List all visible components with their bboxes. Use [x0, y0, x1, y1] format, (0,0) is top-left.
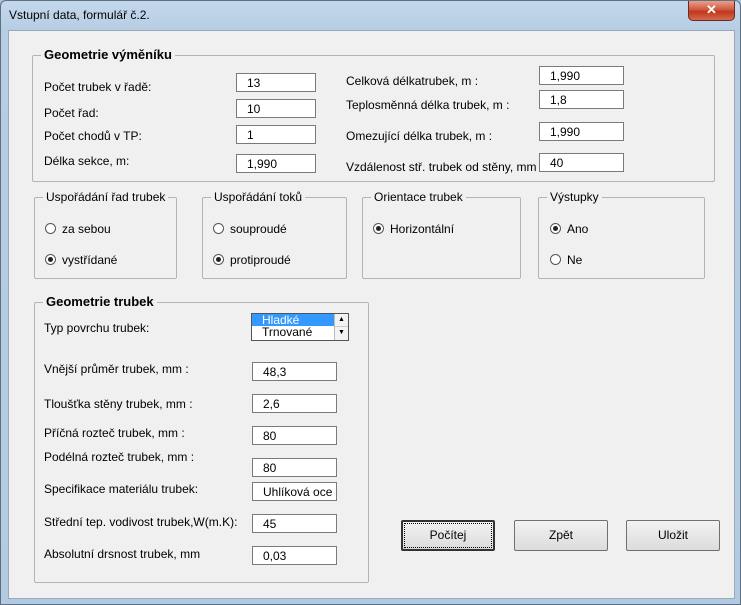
radio-za-sebou[interactable]: za sebou — [45, 222, 111, 236]
close-icon: ✕ — [706, 2, 717, 17]
listbox-scrollbar[interactable]: ▲ ▼ — [334, 314, 348, 340]
input-tloustka-steny[interactable]: 2,6 — [252, 394, 337, 413]
radio-protiproude[interactable]: protiproudé — [213, 253, 291, 267]
input-celkova-delka[interactable]: 1,990 — [539, 66, 624, 85]
label-pocet-chodu: Počet chodů v TP: — [44, 129, 142, 143]
label-specifikace-materialu: Specifikace materiálu trubek: — [44, 482, 199, 496]
group-geometrie-vymeniku-legend: Geometrie výměníku — [41, 47, 175, 62]
label-celkova-delka: Celková délkatrubek, m : — [346, 74, 479, 88]
ulozit-button[interactable]: Uložit — [626, 520, 720, 551]
label-pocet-trubek: Počet trubek v řadě: — [44, 80, 152, 94]
input-vnejsi-prumer[interactable]: 48,3 — [252, 362, 337, 381]
label-pricna-roztec: Příčná rozteč trubek, mm : — [44, 426, 185, 440]
radio-horizontalni[interactable]: Horizontální — [373, 222, 454, 236]
radio-ne[interactable]: Ne — [550, 253, 582, 267]
radio-ano[interactable]: Ano — [550, 222, 588, 236]
label-vzdalenost-steny: Vzdálenost stř. trubek od stěny, mm : — [346, 160, 544, 174]
input-pocet-chodu[interactable]: 1 — [236, 125, 316, 144]
radio-vystridane[interactable]: vystřídané — [45, 253, 117, 267]
label-tloustka-steny: Tloušťka stěny trubek, mm : — [44, 397, 193, 411]
label-absolutni-drsnost: Absolutní drsnost trubek, mm — [44, 547, 201, 561]
input-teplosmenna-delka[interactable]: 1,8 — [539, 90, 624, 109]
group-orientace-trubek-legend: Orientace trubek — [371, 190, 466, 204]
group-usporadani-rad: Uspořádání řad trubek za sebou vystřídan… — [34, 190, 177, 279]
radio-souproude-indicator — [213, 223, 224, 234]
radio-za-sebou-indicator — [45, 223, 56, 234]
radio-protiproude-indicator — [213, 254, 224, 265]
radio-za-sebou-label: za sebou — [62, 222, 111, 236]
group-vystupky: Výstupky Ano Ne — [538, 190, 705, 279]
input-specifikace-materialu[interactable]: Uhlíková oce — [252, 482, 337, 501]
radio-ano-indicator — [550, 223, 561, 234]
label-vnejsi-prumer: Vnější průměr trubek, mm : — [44, 362, 189, 376]
input-stredni-vodivost[interactable]: 45 — [252, 514, 337, 533]
scroll-up-icon[interactable]: ▲ — [335, 314, 348, 327]
radio-ne-indicator — [550, 254, 561, 265]
input-pocet-trubek[interactable]: 13 — [236, 73, 316, 92]
pocitej-button[interactable]: Počítej — [401, 520, 495, 551]
label-typ-povrchu: Typ povrchu trubek: — [44, 321, 150, 335]
radio-protiproude-label: protiproudé — [230, 253, 291, 267]
input-absolutni-drsnost[interactable]: 0,03 — [252, 546, 337, 565]
label-podelna-roztec: Podélná rozteč trubek, mm : — [44, 450, 195, 464]
label-pocet-rad: Počet řad: — [44, 106, 99, 120]
group-usporadani-rad-legend: Uspořádání řad trubek — [43, 190, 169, 204]
listbox-typ-povrchu[interactable]: Hladké Trnované ▲ ▼ — [251, 313, 349, 341]
input-omezujici-delka[interactable]: 1,990 — [539, 122, 624, 141]
radio-ano-label: Ano — [567, 222, 589, 236]
input-pricna-roztec[interactable]: 80 — [252, 426, 337, 445]
radio-souproude[interactable]: souproudé — [213, 222, 287, 236]
group-vystupky-legend: Výstupky — [547, 190, 602, 204]
radio-vystridane-label: vystřídané — [62, 253, 118, 267]
label-omezujici-delka: Omezující délka trubek, m : — [346, 129, 493, 143]
close-button[interactable]: ✕ — [688, 1, 735, 21]
radio-souproude-label: souproudé — [230, 222, 287, 236]
group-usporadani-toku-legend: Uspořádání toků — [211, 190, 306, 204]
window-title: Vstupní data, formulář č.2. — [9, 8, 150, 22]
group-orientace-trubek: Orientace trubek Horizontální — [362, 190, 521, 279]
group-geometrie-trubek-legend: Geometrie trubek — [43, 294, 157, 309]
input-vzdalenost-steny[interactable]: 40 — [539, 153, 624, 172]
input-pocet-rad[interactable]: 10 — [236, 99, 316, 118]
form-client-area: Geometrie výměníku Počet trubek v řadě: … — [8, 30, 735, 599]
radio-horizontalni-label: Horizontální — [390, 222, 455, 236]
input-delka-sekce[interactable]: 1,990 — [236, 154, 316, 173]
window-frame: Vstupní data, formulář č.2. ✕ Geometrie … — [0, 0, 741, 605]
radio-horizontalni-indicator — [373, 223, 384, 234]
zpet-button[interactable]: Zpět — [514, 520, 608, 551]
group-usporadani-toku: Uspořádání toků souproudé protiproudé — [202, 190, 347, 279]
label-teplosmenna-delka: Teplosměnná délka trubek, m : — [346, 98, 510, 112]
label-delka-sekce: Délka sekce, m: — [44, 154, 130, 168]
radio-ne-label: Ne — [567, 253, 583, 267]
input-podelna-roztec[interactable]: 80 — [252, 458, 337, 477]
radio-vystridane-indicator — [45, 254, 56, 265]
scroll-down-icon[interactable]: ▼ — [335, 327, 348, 339]
label-stredni-vodivost: Střední tep. vodivost trubek,W(m.K): — [44, 515, 238, 529]
